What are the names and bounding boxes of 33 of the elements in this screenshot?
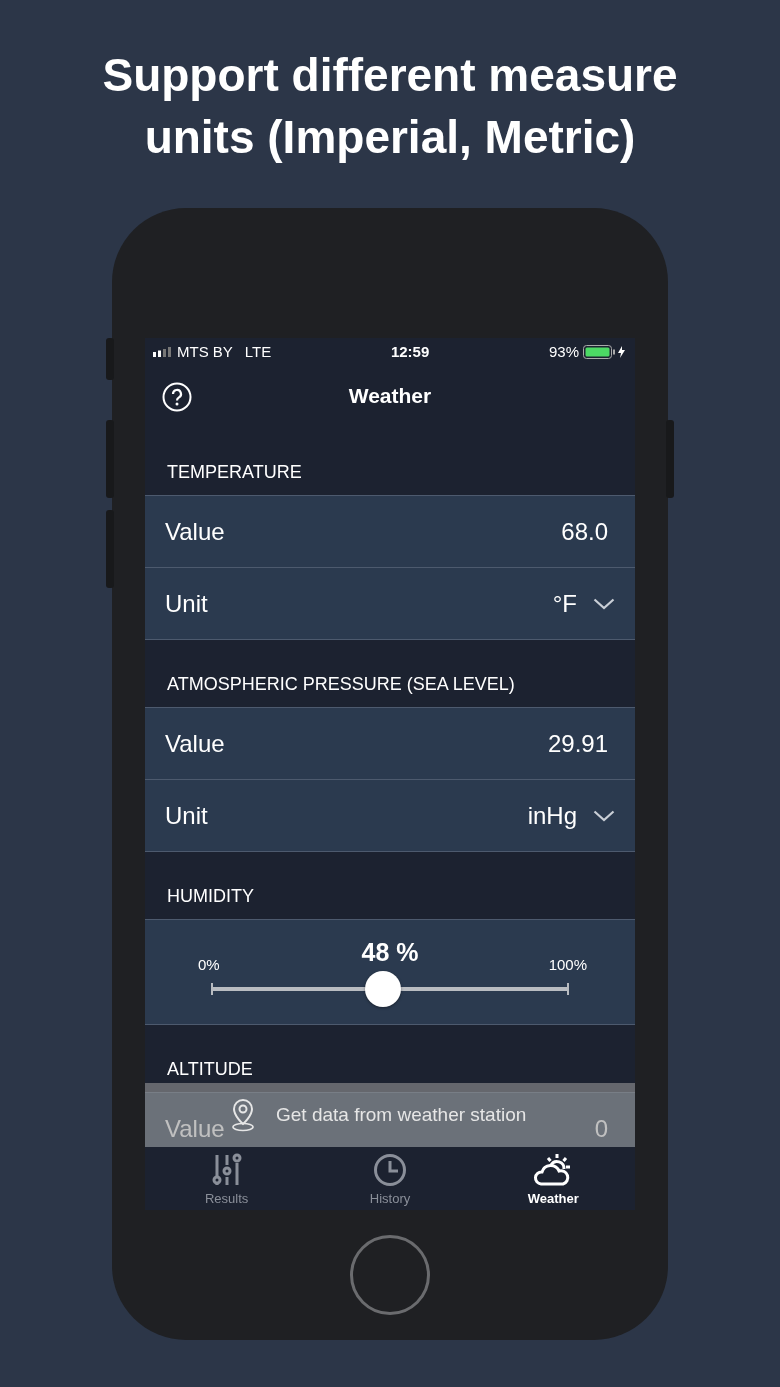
battery-icon	[583, 345, 627, 359]
slider-min-label: 0%	[198, 955, 220, 975]
row-label: Unit	[165, 588, 208, 619]
status-time: 12:59	[389, 341, 431, 362]
unit-value: inHg	[527, 800, 577, 831]
chevron-down-icon	[593, 597, 615, 610]
settings-row[interactable]: Unit inHg	[145, 780, 635, 852]
row-label: Value	[165, 728, 225, 759]
unit-value: °F	[552, 588, 577, 619]
row-value: 68.0	[561, 516, 609, 547]
signal-icon	[153, 347, 173, 357]
network-type: LTE	[244, 341, 272, 362]
tab-bar-item[interactable]: History	[308, 1147, 472, 1210]
settings-row[interactable]: Unit °F	[145, 568, 635, 640]
clock-icon	[373, 1153, 407, 1187]
carrier-name: MTS BY	[177, 341, 233, 362]
home-button[interactable]	[350, 1235, 430, 1315]
headline: Support different measure units (Imperial, Metric)	[101, 48, 679, 165]
screen-title: Weather	[348, 382, 432, 409]
location-pin-icon	[230, 1098, 256, 1132]
chevron-down-icon	[593, 809, 615, 822]
row-label: Value	[165, 1113, 225, 1144]
tab-bar-item[interactable]: Weather	[471, 1147, 635, 1210]
help-icon[interactable]	[162, 382, 192, 412]
row-label: Unit	[165, 800, 208, 831]
slider-thumb[interactable]	[364, 971, 401, 1007]
tab-bar-item[interactable]: Results	[145, 1147, 309, 1210]
row-label: Value	[165, 516, 225, 547]
row-value: 29.91	[547, 728, 609, 759]
battery-percent: 93%	[548, 341, 579, 362]
row-value: 0	[594, 1113, 609, 1144]
slider-reading: 48 %	[361, 937, 419, 968]
slider-max-label: 100%	[548, 955, 587, 975]
